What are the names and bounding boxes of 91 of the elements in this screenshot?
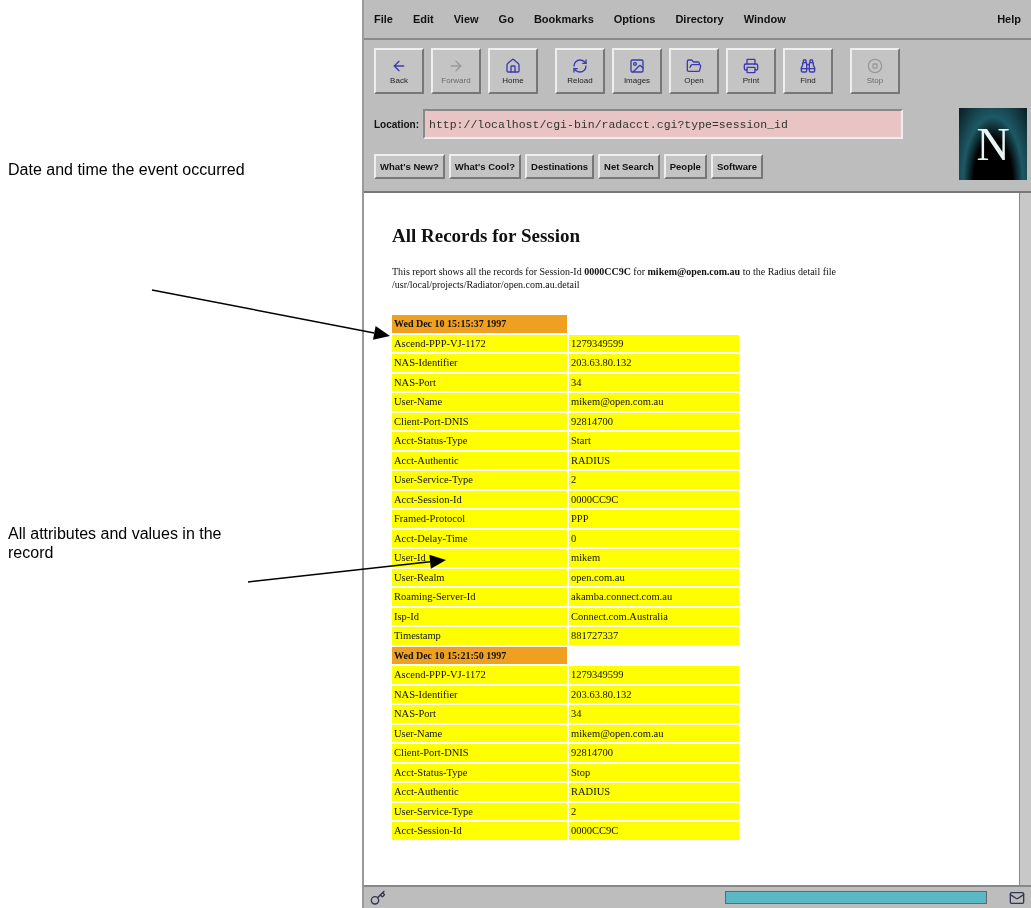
report-description: This report shows all the records for Session-Id 0000CC9C for mikem@open.com.au to the Radius detail file /usr/local/projects/Radiator/open.com.au.detail bbox=[392, 265, 837, 291]
menu-item[interactable]: File bbox=[374, 13, 393, 25]
attribute-name: Acct-Session-Id bbox=[392, 822, 567, 840]
directory-button[interactable]: People bbox=[663, 153, 707, 179]
attribute-name: Acct-Status-Type bbox=[392, 432, 567, 450]
attribute-name: NAS-Port bbox=[392, 373, 567, 391]
images-button[interactable]: Images bbox=[612, 48, 662, 94]
attribute-name: Isp-Id bbox=[392, 607, 567, 625]
home-icon bbox=[505, 57, 521, 74]
record-timestamp: Wed Dec 10 15:21:50 1997 bbox=[392, 646, 567, 664]
attribute-value: 92814700 bbox=[569, 412, 739, 430]
location-field[interactable]: http://localhost/cgi-bin/radacct.cgi?type=session_id bbox=[423, 109, 903, 139]
mail-icon[interactable] bbox=[1009, 889, 1025, 906]
reload-button[interactable]: Reload bbox=[555, 48, 605, 94]
attribute-value: Connect.com.Australia bbox=[569, 607, 739, 625]
annotation-text: All attributes and values in the record bbox=[8, 524, 223, 562]
attribute-name: Client-Port-DNIS bbox=[392, 412, 567, 430]
attribute-name: User-Realm bbox=[392, 568, 567, 586]
attribute-value: mikem@open.com.au bbox=[569, 724, 739, 742]
attribute-name: Client-Port-DNIS bbox=[392, 744, 567, 762]
attribute-value: 203.63.80.132 bbox=[569, 685, 739, 703]
find-icon bbox=[800, 57, 816, 74]
open-icon bbox=[686, 57, 702, 74]
attribute-name: Acct-Session-Id bbox=[392, 490, 567, 508]
attribute-name: Timestamp bbox=[392, 627, 567, 645]
attribute-value: akamba.connect.com.au bbox=[569, 588, 739, 606]
menu-item[interactable]: Options bbox=[613, 13, 656, 25]
menu-item[interactable]: Go bbox=[498, 13, 514, 25]
open-button[interactable]: Open bbox=[669, 48, 719, 94]
browser-logo: N bbox=[959, 108, 1027, 180]
print-icon bbox=[743, 57, 759, 74]
attribute-value: 2 bbox=[569, 471, 739, 489]
attribute-value: RADIUS bbox=[569, 783, 739, 801]
attribute-value: 881727337 bbox=[569, 627, 739, 645]
attribute-name: Ascend-PPP-VJ-1172 bbox=[392, 666, 567, 684]
attribute-value: 1279349599 bbox=[569, 666, 739, 684]
attribute-name: Acct-Status-Type bbox=[392, 763, 567, 781]
back-button[interactable]: Back bbox=[374, 48, 424, 94]
location-label: Location: bbox=[374, 118, 419, 130]
attribute-value: PPP bbox=[569, 510, 739, 528]
menu-item[interactable]: Help bbox=[997, 13, 1021, 25]
home-button[interactable]: Home bbox=[488, 48, 538, 94]
attribute-value: 34 bbox=[569, 705, 739, 723]
attribute-name: User-Service-Type bbox=[392, 471, 567, 489]
attribute-value: 1279349599 bbox=[569, 334, 739, 352]
attribute-value: mikem@open.com.au bbox=[569, 393, 739, 411]
directory-button[interactable]: What's New? bbox=[374, 153, 445, 179]
menu-item[interactable]: View bbox=[453, 13, 479, 25]
directory-button[interactable]: Net Search bbox=[598, 153, 660, 179]
menu-item[interactable]: Window bbox=[743, 13, 786, 25]
attribute-name: Framed-Protocol bbox=[392, 510, 567, 528]
directory-button[interactable]: Software bbox=[710, 153, 763, 179]
print-button[interactable]: Print bbox=[726, 48, 776, 94]
security-icon bbox=[370, 889, 386, 906]
attribute-value: 92814700 bbox=[569, 744, 739, 762]
attribute-name: Ascend-PPP-VJ-1172 bbox=[392, 334, 567, 352]
attribute-name: Acct-Delay-Time bbox=[392, 529, 567, 547]
directory-button[interactable]: What's Cool? bbox=[448, 153, 522, 179]
attribute-name: User-Service-Type bbox=[392, 802, 567, 820]
menu-item[interactable]: Directory bbox=[675, 13, 724, 25]
annotation-text: Date and time the event occurred bbox=[8, 160, 246, 179]
attribute-value: 34 bbox=[569, 373, 739, 391]
record-timestamp: Wed Dec 10 15:15:37 1997 bbox=[392, 315, 567, 333]
attribute-value: mikem bbox=[569, 549, 739, 567]
find-button[interactable]: Find bbox=[783, 48, 833, 94]
attribute-name: Roaming-Server-Id bbox=[392, 588, 567, 606]
attribute-value: Stop bbox=[569, 763, 739, 781]
attribute-name: User-Name bbox=[392, 393, 567, 411]
attribute-value: 0000CC9C bbox=[569, 490, 739, 508]
attribute-name: Acct-Authentic bbox=[392, 451, 567, 469]
attribute-name: NAS-Port bbox=[392, 705, 567, 723]
attribute-value: 0000CC9C bbox=[569, 822, 739, 840]
images-icon bbox=[629, 57, 645, 74]
attribute-name: Acct-Authentic bbox=[392, 783, 567, 801]
attribute-name: User-Id bbox=[392, 549, 567, 567]
attribute-value: 0 bbox=[569, 529, 739, 547]
attribute-value: RADIUS bbox=[569, 451, 739, 469]
menu-item[interactable]: Bookmarks bbox=[533, 13, 594, 25]
attribute-value: 2 bbox=[569, 802, 739, 820]
page-heading: All Records for Session bbox=[392, 225, 582, 247]
menu-item[interactable]: Edit bbox=[412, 13, 434, 25]
attribute-name: NAS-Identifier bbox=[392, 354, 567, 372]
attribute-value: open.com.au bbox=[569, 568, 739, 586]
attribute-value: 203.63.80.132 bbox=[569, 354, 739, 372]
scrollbar[interactable] bbox=[1019, 193, 1031, 885]
stop-icon bbox=[867, 57, 883, 74]
attribute-name: NAS-Identifier bbox=[392, 685, 567, 703]
attribute-name: User-Name bbox=[392, 724, 567, 742]
attribute-value: Start bbox=[569, 432, 739, 450]
reload-icon bbox=[572, 57, 588, 74]
directory-button[interactable]: Destinations bbox=[525, 153, 595, 179]
